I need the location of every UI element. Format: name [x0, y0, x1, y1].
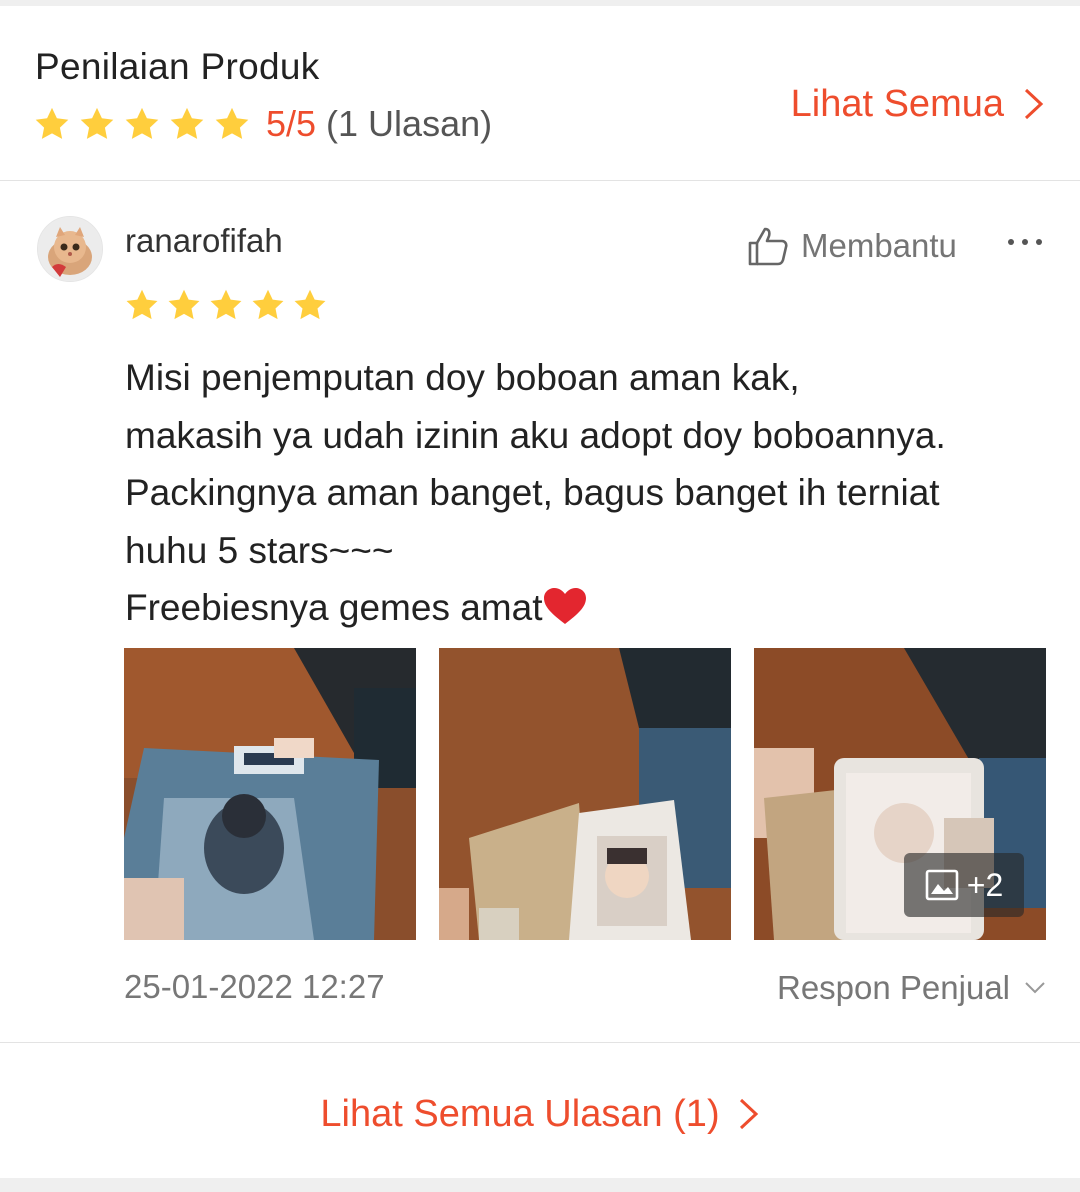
- star-icon: [213, 105, 251, 143]
- divider: [0, 1042, 1080, 1043]
- rating-count: (1 Ulasan): [326, 103, 493, 144]
- review-text: Misi penjemputan doy boboan aman kak, ma…: [125, 357, 946, 628]
- star-icon: [208, 287, 244, 323]
- star-icon: [168, 105, 206, 143]
- review-photo[interactable]: [124, 648, 416, 940]
- chevron-right-icon: [1024, 88, 1044, 120]
- chevron-down-icon: [1025, 982, 1045, 994]
- all-reviews-link[interactable]: Lihat Semua Ulasan (1): [0, 1086, 1080, 1142]
- star-icon: [250, 287, 286, 323]
- seller-reply-label: Respon Penjual: [777, 969, 1010, 1006]
- image-icon: [925, 869, 959, 901]
- star-icon: [33, 105, 71, 143]
- see-all-label: Lihat Semua: [790, 82, 1004, 125]
- helpful-button[interactable]: Membantu: [747, 220, 957, 272]
- star-icon: [292, 287, 328, 323]
- section-title: Penilaian Produk: [35, 46, 320, 87]
- review-stars: [124, 287, 334, 323]
- rating-summary: 5/5 (1 Ulasan): [33, 100, 492, 148]
- reviewer-username[interactable]: ranarofifah: [125, 222, 283, 260]
- rating-score: 5/5: [266, 103, 317, 144]
- red-heart-icon: [544, 588, 587, 624]
- helpful-label: Membantu: [801, 227, 957, 264]
- seller-reply-toggle[interactable]: Respon Penjual: [777, 968, 1046, 1008]
- review-text-block: Misi penjemputan doy boboan aman kak, ma…: [125, 349, 1045, 637]
- avatar[interactable]: [37, 216, 103, 282]
- star-icon: [123, 105, 161, 143]
- product-rating-card: Penilaian Produk 5/5 (1 Ulasan) Lihat Se…: [0, 6, 1080, 1178]
- all-reviews-label: Lihat Semua Ulasan (1): [320, 1092, 720, 1135]
- review-date: 25-01-2022 12:27: [124, 968, 385, 1005]
- see-all-link[interactable]: Lihat Semua: [791, 76, 1046, 132]
- more-photos-badge[interactable]: +2: [904, 853, 1024, 917]
- rating-header: Penilaian Produk 5/5 (1 Ulasan) Lihat Se…: [0, 6, 1080, 180]
- more-photos-count: +2: [966, 866, 1004, 903]
- more-options-icon[interactable]: [1008, 232, 1042, 252]
- star-icon: [124, 287, 160, 323]
- review-photo[interactable]: [439, 648, 731, 940]
- star-icon: [78, 105, 116, 143]
- chevron-right-icon: [739, 1098, 758, 1130]
- thumbs-up-icon: [748, 227, 788, 266]
- divider: [0, 180, 1080, 181]
- rating-stars: [33, 105, 258, 143]
- star-icon: [166, 287, 202, 323]
